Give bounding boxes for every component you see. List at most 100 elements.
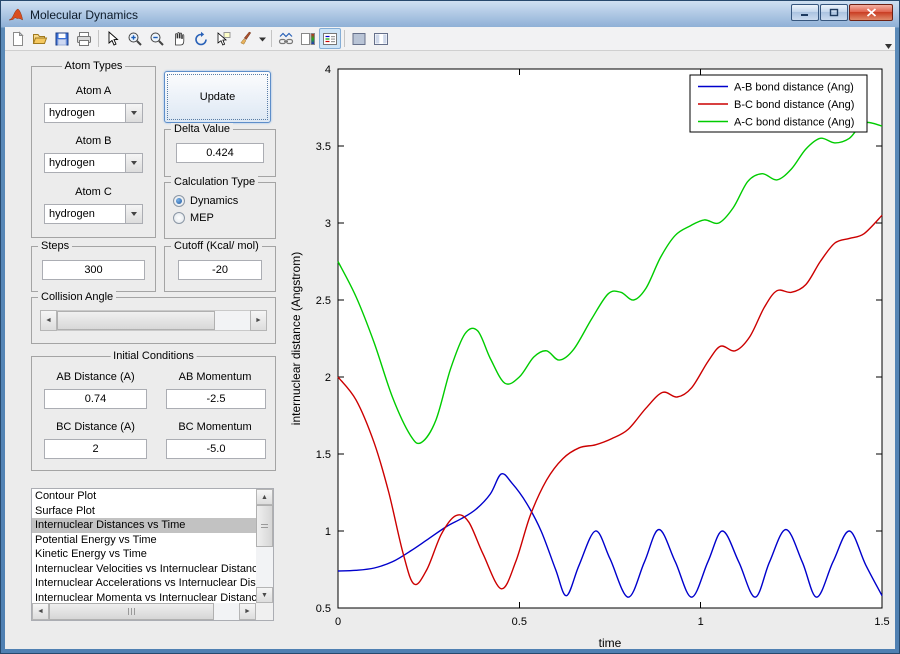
atom-c-dropdown[interactable]: hydrogen [44, 204, 143, 224]
window-title: Molecular Dynamics [30, 8, 139, 22]
svg-text:2: 2 [325, 372, 331, 384]
titlebar[interactable]: Molecular Dynamics [5, 4, 895, 26]
collision-angle-panel: Collision Angle ◄ ► [31, 291, 276, 344]
ab-distance-field[interactable] [44, 389, 147, 409]
atom-a-label: Atom A [75, 85, 112, 97]
horizontal-scroll-track[interactable] [49, 603, 239, 620]
data-cursor-icon[interactable] [212, 28, 234, 49]
list-item[interactable]: Internuclear Distances vs Time [32, 518, 256, 533]
panel-title: Delta Value [171, 123, 234, 135]
radio-option-dynamics[interactable]: Dynamics [173, 192, 275, 209]
figure-client-area: Atom Types Atom A hydrogen Atom B hydrog… [5, 51, 895, 650]
atom-a-dropdown[interactable]: hydrogen [44, 103, 143, 123]
open-folder-icon[interactable] [29, 28, 51, 49]
brush-dropdown-icon[interactable] [256, 28, 268, 49]
svg-text:3.5: 3.5 [316, 141, 331, 153]
toolbar-separator [271, 30, 272, 47]
panel-title: Initial Conditions [110, 350, 197, 362]
brush-icon[interactable] [234, 28, 256, 49]
list-item[interactable]: Internuclear Accelerations vs Internucle… [32, 576, 256, 591]
delta-value-field[interactable] [176, 143, 264, 163]
edit-plot-icon[interactable] [102, 28, 124, 49]
zoom-in-icon[interactable] [124, 28, 146, 49]
maximize-icon [829, 8, 839, 17]
radio-label: MEP [190, 211, 214, 224]
link-plot-icon[interactable] [275, 28, 297, 49]
close-button[interactable] [849, 4, 893, 21]
insert-legend-icon[interactable] [319, 28, 341, 49]
svg-text:1.5: 1.5 [316, 449, 331, 461]
print-icon[interactable] [73, 28, 95, 49]
update-button[interactable]: Update [164, 71, 271, 123]
save-icon[interactable] [51, 28, 73, 49]
insert-colorbar-icon[interactable] [297, 28, 319, 49]
panel-title: Steps [38, 240, 73, 252]
vertical-scroll-thumb[interactable] [256, 505, 273, 547]
close-icon [866, 8, 876, 17]
svg-text:1: 1 [698, 616, 704, 628]
atom-types-panel: Atom Types Atom A hydrogen Atom B hydrog… [31, 60, 156, 238]
steps-field[interactable] [42, 260, 145, 280]
new-file-icon[interactable] [7, 28, 29, 49]
panel-title: Cutoff (Kcal/ mol) [171, 240, 262, 252]
y-axis-label: internuclear distance (Angstrom) [289, 252, 303, 425]
show-plot-tools-icon[interactable] [370, 28, 392, 49]
svg-text:0: 0 [335, 616, 341, 628]
atom-b-dropdown[interactable]: hydrogen [44, 153, 143, 173]
list-item[interactable]: Contour Plot [32, 489, 256, 504]
listbox-horizontal-scrollbar[interactable]: ◄ ► [32, 603, 256, 620]
bc-momentum-label: BC Momentum [178, 421, 252, 433]
list-item[interactable]: Kinetic Energy vs Time [32, 547, 256, 562]
collision-angle-slider[interactable]: ◄ ► [40, 310, 267, 331]
plot-area[interactable] [337, 68, 883, 609]
legend[interactable]: A-B bond distance (Ang) B-C bond distance… [689, 74, 868, 133]
slider-left-arrow-icon[interactable]: ◄ [40, 310, 57, 331]
panel-title: Calculation Type [171, 176, 259, 188]
rotate-3d-icon[interactable] [190, 28, 212, 49]
slider-track[interactable] [57, 310, 250, 331]
zoom-out-icon[interactable] [146, 28, 168, 49]
scroll-up-arrow-icon[interactable]: ▲ [256, 489, 273, 505]
pan-icon[interactable] [168, 28, 190, 49]
cutoff-field[interactable] [178, 260, 262, 280]
scroll-left-arrow-icon[interactable]: ◄ [32, 603, 49, 620]
listbox-vertical-scrollbar[interactable]: ▲ ▼ [256, 489, 273, 603]
steps-panel: Steps [31, 240, 156, 292]
delta-value-panel: Delta Value [164, 123, 276, 177]
atom-b-label: Atom B [75, 135, 112, 147]
plot-type-listbox[interactable]: Contour Plot Surface Plot Internuclear Dis… [31, 488, 274, 621]
radio-icon [173, 194, 185, 207]
list-item[interactable]: Internuclear Velocities vs Internuclear … [32, 562, 256, 577]
list-item[interactable]: Potential Energy vs Time [32, 533, 256, 548]
svg-text:0.5: 0.5 [316, 603, 331, 615]
slider-right-arrow-icon[interactable]: ► [250, 310, 267, 331]
scroll-right-arrow-icon[interactable]: ► [239, 603, 256, 620]
list-item[interactable]: Surface Plot [32, 504, 256, 519]
scrollbar-corner [256, 603, 273, 620]
ab-momentum-field[interactable] [166, 389, 266, 409]
bc-distance-label: BC Distance (A) [56, 421, 135, 433]
x-axis-label: time [599, 636, 622, 650]
list-item[interactable]: Internuclear Momenta vs Internuclear Dis… [32, 591, 256, 604]
legend-item-label: A-B bond distance (Ang) [734, 82, 854, 94]
scroll-down-arrow-icon[interactable]: ▼ [256, 587, 273, 603]
radio-option-mep[interactable]: MEP [173, 209, 275, 226]
calculation-type-panel: Calculation Type Dynamics MEP [164, 176, 276, 239]
window-controls [790, 4, 893, 21]
legend-item-label: B-C bond distance (Ang) [734, 99, 854, 111]
maximize-button[interactable] [820, 4, 848, 21]
panel-title: Collision Angle [38, 291, 117, 303]
bc-distance-field[interactable] [44, 439, 147, 459]
minimize-button[interactable] [791, 4, 819, 21]
toolbar-separator [344, 30, 345, 47]
vertical-scroll-track[interactable] [256, 505, 273, 587]
bc-momentum-field[interactable] [166, 439, 266, 459]
cutoff-panel: Cutoff (Kcal/ mol) [164, 240, 276, 292]
svg-text:3: 3 [325, 218, 331, 230]
atom-c-value: hydrogen [49, 208, 95, 220]
hide-plot-tools-icon[interactable] [348, 28, 370, 49]
horizontal-scroll-thumb[interactable] [49, 603, 215, 620]
svg-text:2.5: 2.5 [316, 295, 331, 307]
svg-text:1: 1 [325, 526, 331, 538]
slider-thumb[interactable] [57, 311, 216, 330]
